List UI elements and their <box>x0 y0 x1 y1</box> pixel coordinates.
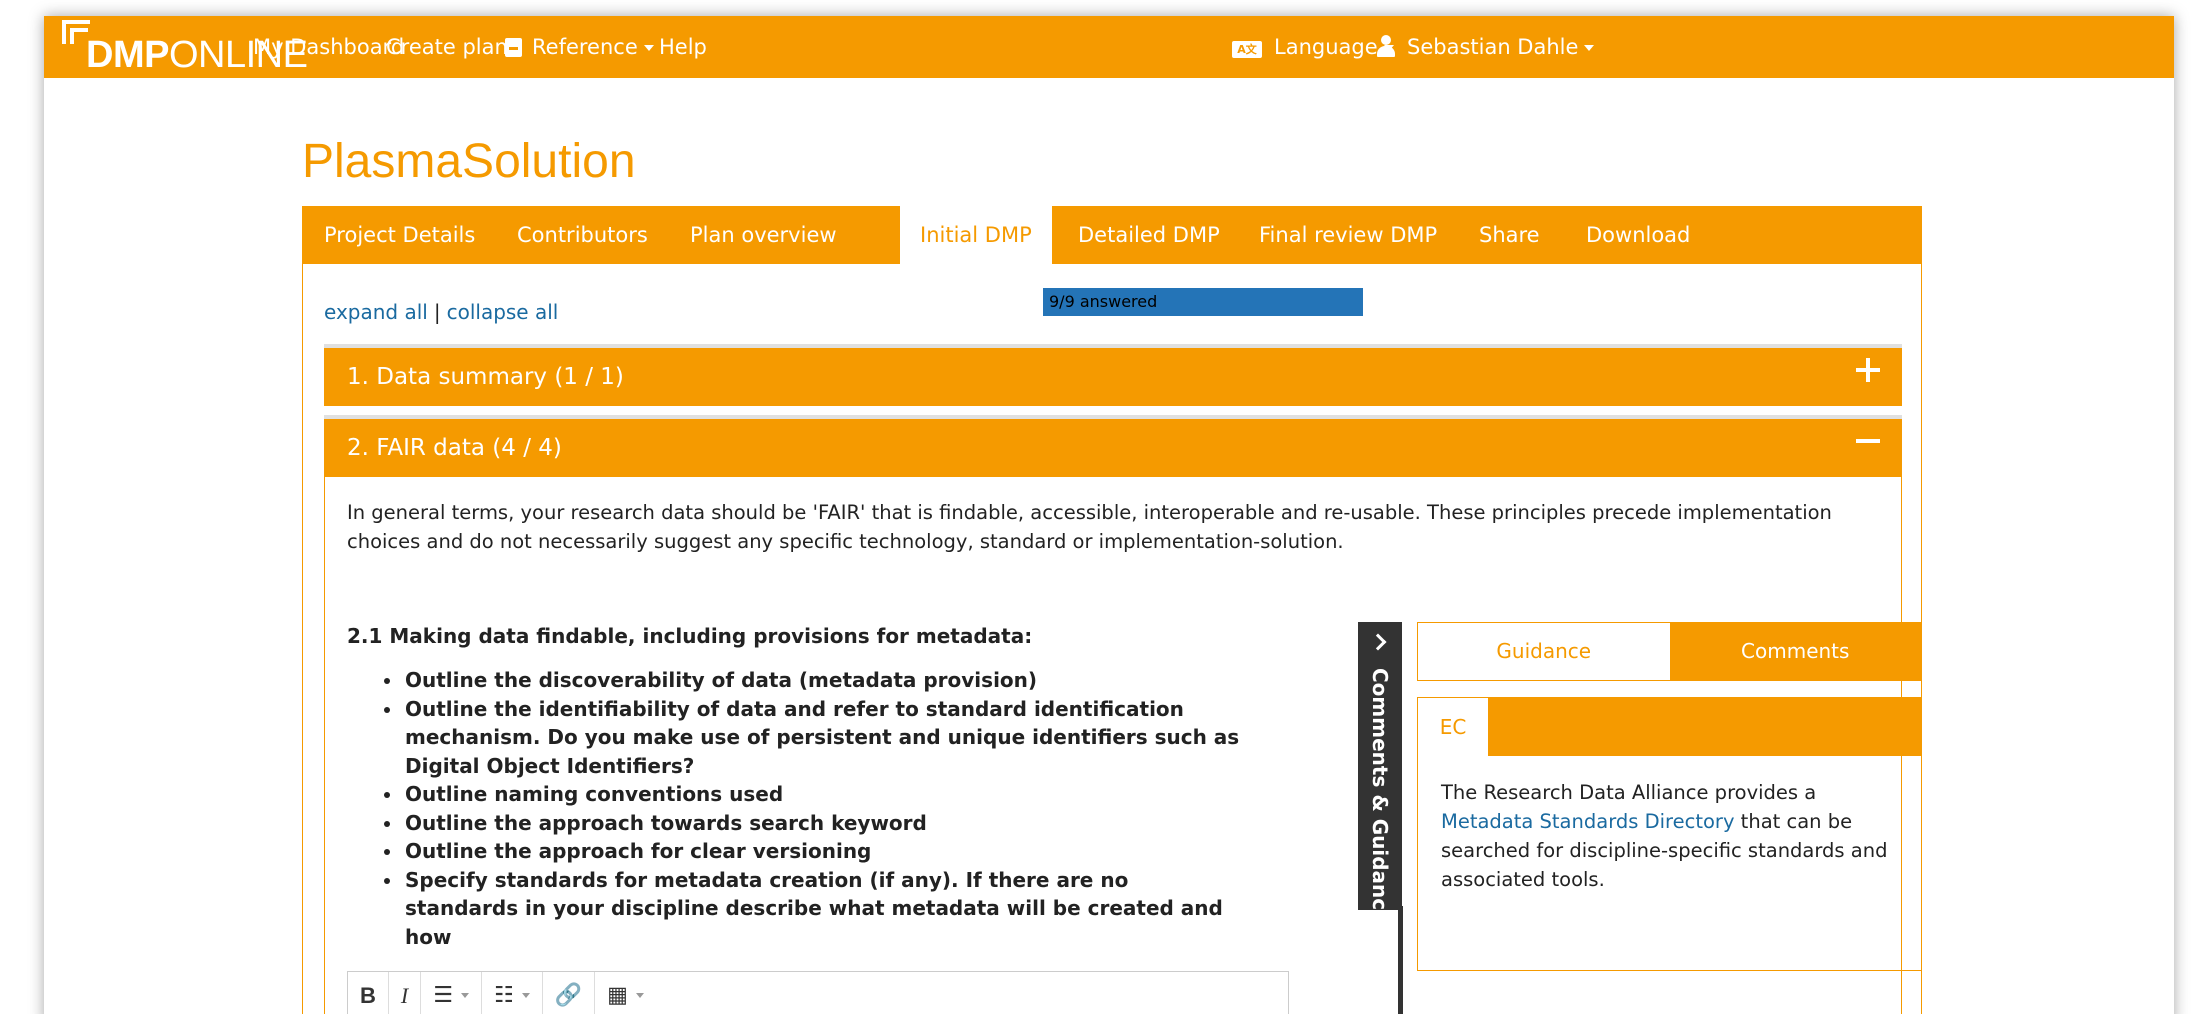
expand-collapse-controls: expand all | collapse all <box>324 300 558 324</box>
chevron-down-icon <box>460 993 469 998</box>
nav-language-dropdown[interactable]: A文 Language <box>1232 16 1394 78</box>
bold-button[interactable]: B <box>348 971 389 1014</box>
collapse-all-link[interactable]: collapse all <box>447 300 559 324</box>
tab-contributors[interactable]: Contributors <box>517 206 648 264</box>
top-navbar: DMP ONLINE My Dashboard Create plans Refe… <box>44 16 2174 78</box>
tab-project-details[interactable]: Project Details <box>324 206 475 264</box>
plan-tabs: Project Details Contributors Plan overvi… <box>302 206 1922 264</box>
logo-bracket-inner-icon <box>70 28 88 44</box>
nav-my-dashboard[interactable]: My Dashboard <box>253 16 404 78</box>
nav-reference-dropdown[interactable]: Reference <box>505 16 654 78</box>
chevron-down-icon <box>1584 45 1595 51</box>
section-data-summary[interactable]: 1. Data summary (1 / 1) <box>324 344 1902 406</box>
tab-initial-dmp[interactable]: Initial DMP <box>900 206 1052 264</box>
guidance-comments-tabs: Guidance Comments <box>1417 622 1922 681</box>
numbered-list-icon: ☷ <box>493 983 514 1008</box>
side-panel-divider <box>1398 906 1403 1014</box>
section-title: 1. Data summary (1 / 1) <box>347 364 624 390</box>
separator: | <box>433 300 441 324</box>
tab-final-review-dmp[interactable]: Final review DMP <box>1259 206 1437 264</box>
question-title: 2.1 Making data findable, including prov… <box>347 624 1033 648</box>
italic-button[interactable]: I <box>389 971 422 1014</box>
comments-guidance-toggle[interactable]: Comments & Guidance <box>1358 622 1402 924</box>
answered-progress-bar: 9/9 answered <box>1043 288 1363 316</box>
nav-reference-label: Reference <box>532 35 638 59</box>
logo-dmp-text: DMP <box>86 33 169 76</box>
guidance-text-before: The Research Data Alliance provides a <box>1441 781 1817 804</box>
bullet-list-icon: ☰ <box>433 983 453 1008</box>
list-item: Outline the approach towards search keyw… <box>403 809 1247 838</box>
chevron-down-icon <box>521 993 530 998</box>
language-icon: A文 <box>1232 41 1262 58</box>
question-bullet-list: Outline the discoverability of data (met… <box>403 666 1247 951</box>
browser-page: DMP ONLINE My Dashboard Create plans Refe… <box>44 16 2174 1014</box>
chevron-right-icon <box>1369 633 1387 651</box>
chevron-down-icon <box>643 45 654 51</box>
guidance-panel: EC The Research Data Alliance provides a… <box>1417 697 1922 971</box>
tab-comments[interactable]: Comments <box>1669 623 1921 680</box>
list-item: Outline naming conventions used <box>403 780 1247 809</box>
list-item: Outline the identifiability of data and … <box>403 695 1247 781</box>
numbered-list-button[interactable]: ☷ <box>482 971 543 1014</box>
tab-share[interactable]: Share <box>1479 206 1540 264</box>
minus-icon[interactable] <box>1856 429 1880 453</box>
tab-ec[interactable]: EC <box>1418 698 1488 756</box>
user-icon <box>1377 35 1395 57</box>
link-icon: 🔗 <box>554 983 583 1008</box>
nav-create-plans[interactable]: Create plans <box>386 16 519 78</box>
answer-editor[interactable]: B I ☰ ☷ 🔗 ▦ <box>347 971 1289 1014</box>
tab-guidance[interactable]: Guidance <box>1418 623 1670 680</box>
guidance-org-tabs: EC <box>1418 698 1921 756</box>
guidance-text: The Research Data Alliance provides a Me… <box>1441 778 1911 894</box>
list-item: Outline the discoverability of data (met… <box>403 666 1247 695</box>
tab-detailed-dmp[interactable]: Detailed DMP <box>1078 206 1220 264</box>
table-button[interactable]: ▦ <box>595 972 656 1014</box>
plan-title: PlasmaSolution <box>302 135 636 188</box>
book-icon <box>505 38 522 57</box>
list-item: Outline the approach for clear versionin… <box>403 837 1247 866</box>
nav-language-label: Language <box>1274 35 1378 59</box>
metadata-standards-link[interactable]: Metadata Standards Directory <box>1441 810 1734 833</box>
answered-progress-label: 9/9 answered <box>1049 292 1158 311</box>
tab-plan-overview[interactable]: Plan overview <box>690 206 837 264</box>
link-button[interactable]: 🔗 <box>543 971 596 1014</box>
nav-user-dropdown[interactable]: Sebastian Dahle <box>1377 16 1595 78</box>
bullet-list-button[interactable]: ☰ <box>421 971 482 1014</box>
section-fair-data[interactable]: 2. FAIR data (4 / 4) <box>324 415 1902 477</box>
table-icon: ▦ <box>607 983 628 1008</box>
list-item: Specify standards for metadata creation … <box>403 866 1247 952</box>
chevron-down-icon <box>635 993 644 998</box>
editor-toolbar: B I ☰ ☷ 🔗 ▦ <box>348 971 1288 1014</box>
fair-intro-text: In general terms, your research data sho… <box>347 501 1832 553</box>
tab-download[interactable]: Download <box>1586 206 1690 264</box>
expand-all-link[interactable]: expand all <box>324 300 428 324</box>
section-title: 2. FAIR data (4 / 4) <box>347 435 562 461</box>
question-2-1: 2.1 Making data findable, including prov… <box>347 622 1247 951</box>
comments-guidance-label: Comments & Guidance <box>1368 668 1392 924</box>
plus-icon[interactable] <box>1856 358 1880 382</box>
nav-user-name: Sebastian Dahle <box>1407 35 1579 59</box>
nav-help[interactable]: Help <box>659 16 707 78</box>
